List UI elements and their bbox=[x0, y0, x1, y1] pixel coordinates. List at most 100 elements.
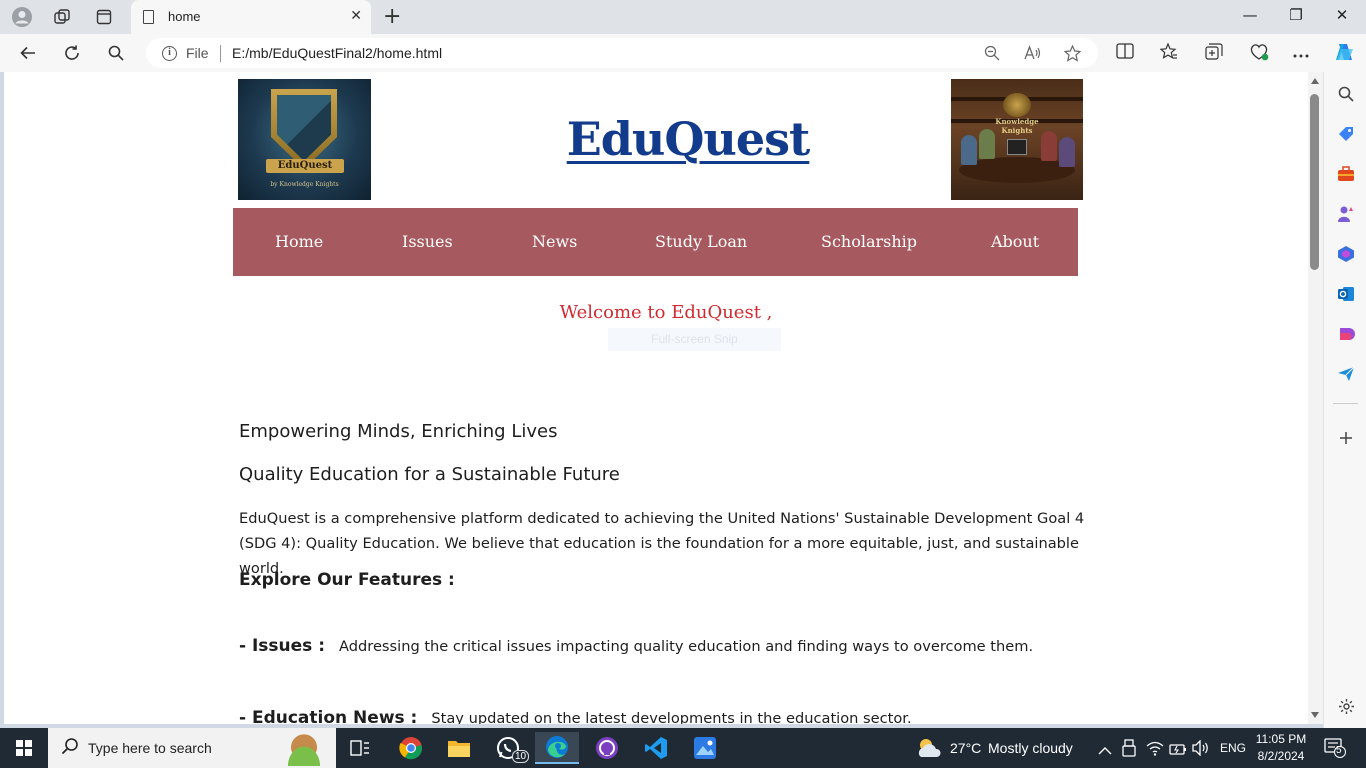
add-sidebar-app-icon[interactable] bbox=[1336, 428, 1356, 448]
scroll-down-arrow-icon[interactable] bbox=[1311, 712, 1319, 718]
shopping-tag-icon[interactable] bbox=[1336, 124, 1356, 144]
battery-icon[interactable] bbox=[1169, 741, 1187, 760]
search-placeholder: Type here to search bbox=[88, 740, 212, 756]
sidebar-settings-gear-icon[interactable] bbox=[1336, 696, 1356, 716]
github-desktop-icon[interactable] bbox=[585, 732, 629, 764]
whatsapp-icon[interactable]: 10 bbox=[486, 732, 530, 764]
read-aloud-icon[interactable] bbox=[1024, 45, 1041, 65]
info-icon[interactable]: i bbox=[162, 46, 177, 61]
logo-tagline: by Knowledge Knights bbox=[270, 181, 339, 188]
nav-issues[interactable]: Issues bbox=[402, 232, 453, 251]
input-language[interactable]: ENG bbox=[1220, 728, 1246, 768]
feature-description: Addressing the critical issues impacting… bbox=[339, 638, 1034, 655]
weather-condition[interactable]: Mostly cloudy bbox=[988, 728, 1073, 768]
page-scrollbar[interactable] bbox=[1308, 72, 1323, 724]
search-icon[interactable] bbox=[104, 41, 128, 65]
more-options-icon[interactable] bbox=[1293, 43, 1309, 62]
refresh-icon[interactable] bbox=[60, 41, 84, 65]
notification-count: 5 bbox=[1336, 745, 1342, 756]
page-icon bbox=[143, 10, 154, 24]
person-figure bbox=[979, 129, 995, 159]
tools-briefcase-icon[interactable] bbox=[1336, 164, 1356, 184]
volume-icon[interactable] bbox=[1192, 739, 1210, 760]
shield-inner bbox=[277, 95, 331, 161]
clock-date: 8/2/2024 bbox=[1257, 749, 1305, 763]
nav-news[interactable]: News bbox=[532, 232, 577, 251]
feature-item: - Issues : Addressing the critical issues… bbox=[239, 636, 1033, 656]
notifications-icon[interactable]: 5 bbox=[1324, 738, 1346, 762]
logo-ribbon: EduQuest bbox=[266, 159, 344, 173]
restore-button[interactable]: ❐ bbox=[1273, 6, 1319, 24]
welcome-message: Welcome to EduQuest , bbox=[559, 302, 773, 323]
profile-icon[interactable] bbox=[10, 5, 34, 29]
feature-title: - Issues : bbox=[239, 636, 326, 656]
person-figure bbox=[961, 135, 977, 165]
search-icon bbox=[61, 737, 79, 760]
scroll-up-arrow-icon[interactable] bbox=[1311, 78, 1319, 84]
weather-temp[interactable]: 27°C bbox=[950, 728, 981, 768]
file-explorer-icon[interactable] bbox=[437, 732, 481, 764]
usb-device-icon[interactable] bbox=[1122, 739, 1136, 761]
nav-home[interactable]: Home bbox=[275, 232, 323, 251]
main-nav: Home Issues News Study Loan Scholarship … bbox=[233, 208, 1078, 276]
start-button[interactable] bbox=[0, 728, 48, 768]
chrome-icon[interactable] bbox=[389, 732, 433, 764]
close-tab-icon[interactable]: ✕ bbox=[350, 8, 362, 24]
taskbar-search-box[interactable]: Type here to search bbox=[48, 728, 336, 768]
features-heading: Explore Our Features : bbox=[239, 570, 455, 590]
nav-scholarship[interactable]: Scholarship bbox=[821, 232, 917, 251]
search-highlight-illustration bbox=[276, 732, 332, 766]
photos-icon[interactable] bbox=[683, 732, 727, 764]
show-hidden-icons-chevron-icon[interactable] bbox=[1098, 741, 1112, 760]
subtitle-heading: Quality Education for a Sustainable Futu… bbox=[239, 464, 620, 485]
windows-taskbar: Type here to search 10 27°C Mostly cloud… bbox=[0, 728, 1366, 768]
browser-toolbar: i File E:/mb/EduQuestFinal2/home.html bbox=[0, 34, 1366, 72]
wifi-icon[interactable] bbox=[1146, 740, 1164, 760]
eduquest-logo: EduQuest by Knowledge Knights bbox=[238, 79, 371, 200]
feature-description: Stay updated on the latest developments … bbox=[431, 710, 912, 724]
windows-logo-icon bbox=[16, 740, 32, 756]
feature-item: - Education News : Stay updated on the la… bbox=[239, 708, 912, 724]
microsoft-365-icon[interactable] bbox=[1336, 244, 1356, 264]
page-viewport: EduQuest by Knowledge Knights EduQuest K… bbox=[4, 72, 1308, 724]
collections-icon[interactable] bbox=[1205, 43, 1223, 64]
separator bbox=[220, 45, 221, 62]
sidebar-search-icon[interactable] bbox=[1336, 84, 1356, 104]
site-title[interactable]: EduQuest bbox=[538, 112, 838, 166]
system-clock[interactable]: 11:05 PM 8/2/2024 bbox=[1250, 731, 1312, 765]
nav-study-loan[interactable]: Study Loan bbox=[655, 232, 747, 251]
browser-tab-strip: home ✕ + — ❐ ✕ bbox=[0, 0, 1366, 34]
snip-overlay-toolbar[interactable]: Full-screen Snip bbox=[608, 328, 781, 351]
browser-essentials-icon[interactable] bbox=[1249, 43, 1269, 65]
scroll-thumb[interactable] bbox=[1310, 94, 1319, 270]
workspaces-icon[interactable] bbox=[50, 5, 74, 29]
sidebar-divider bbox=[1333, 403, 1358, 404]
zoom-out-icon[interactable] bbox=[984, 45, 1000, 65]
url-text[interactable]: E:/mb/EduQuestFinal2/home.html bbox=[232, 45, 442, 61]
split-screen-icon[interactable] bbox=[1116, 43, 1134, 63]
outlook-icon[interactable] bbox=[1336, 284, 1356, 304]
designer-icon[interactable] bbox=[1336, 324, 1356, 344]
minimize-button[interactable]: — bbox=[1227, 6, 1273, 24]
weather-cloud-icon[interactable] bbox=[915, 736, 943, 764]
task-view-icon[interactable] bbox=[338, 732, 382, 764]
scheme-label: File bbox=[186, 45, 209, 61]
new-tab-button[interactable]: + bbox=[383, 4, 401, 29]
favorites-icon[interactable] bbox=[1159, 42, 1178, 64]
address-bar[interactable]: i File E:/mb/EduQuestFinal2/home.html bbox=[146, 38, 1098, 68]
tab-actions-icon[interactable] bbox=[92, 5, 116, 29]
team-image-text: Knowledge Knights bbox=[995, 117, 1039, 135]
favorite-star-icon[interactable] bbox=[1063, 44, 1082, 66]
tab-title: home bbox=[168, 9, 201, 24]
back-arrow-icon[interactable] bbox=[16, 41, 40, 65]
send-paper-plane-icon[interactable] bbox=[1336, 364, 1356, 384]
vscode-icon[interactable] bbox=[634, 732, 678, 764]
copilot-icon[interactable] bbox=[1333, 41, 1355, 67]
tab-home[interactable]: home ✕ bbox=[131, 0, 371, 34]
nav-about[interactable]: About bbox=[991, 232, 1039, 251]
edge-icon[interactable] bbox=[535, 732, 579, 764]
edge-sidebar bbox=[1323, 72, 1366, 728]
close-window-button[interactable]: ✕ bbox=[1319, 6, 1365, 24]
tagline-heading: Empowering Minds, Enriching Lives bbox=[239, 421, 558, 442]
games-icon[interactable] bbox=[1336, 204, 1356, 224]
